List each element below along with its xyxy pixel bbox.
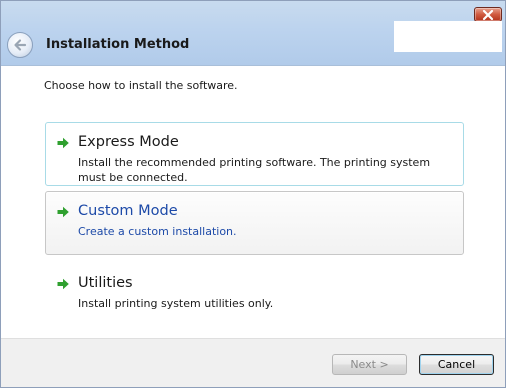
back-button[interactable] — [7, 32, 33, 58]
cancel-button[interactable]: Cancel — [419, 354, 494, 375]
page-title: Installation Method — [46, 37, 190, 52]
instruction-text: Choose how to install the software. — [44, 79, 238, 92]
installer-dialog: Installation Method Choose how to instal… — [0, 0, 506, 388]
close-icon — [482, 9, 494, 20]
option-title: Express Mode — [78, 134, 179, 150]
option-custom-mode[interactable]: Custom Mode Create a custom installation… — [45, 191, 464, 255]
green-arrow-icon — [57, 206, 69, 218]
back-arrow-icon — [14, 39, 27, 51]
dialog-footer: Next > Cancel — [1, 338, 505, 387]
next-button[interactable]: Next > — [332, 354, 407, 375]
green-arrow-icon — [57, 137, 69, 149]
green-arrow-icon — [57, 278, 69, 290]
option-title: Custom Mode — [78, 203, 178, 219]
close-button[interactable] — [474, 7, 502, 22]
option-description: Install the recommended printing softwar… — [78, 156, 431, 184]
option-utilities[interactable]: Utilities Install printing system utilit… — [45, 263, 464, 315]
option-description: Install printing system utilities only. — [78, 297, 274, 310]
option-description: Create a custom installation. — [78, 225, 237, 238]
option-express-mode[interactable]: Express Mode Install the recommended pri… — [45, 122, 464, 186]
dialog-header: Installation Method — [1, 1, 505, 66]
option-title: Utilities — [78, 275, 133, 291]
header-blank-area — [394, 21, 502, 52]
